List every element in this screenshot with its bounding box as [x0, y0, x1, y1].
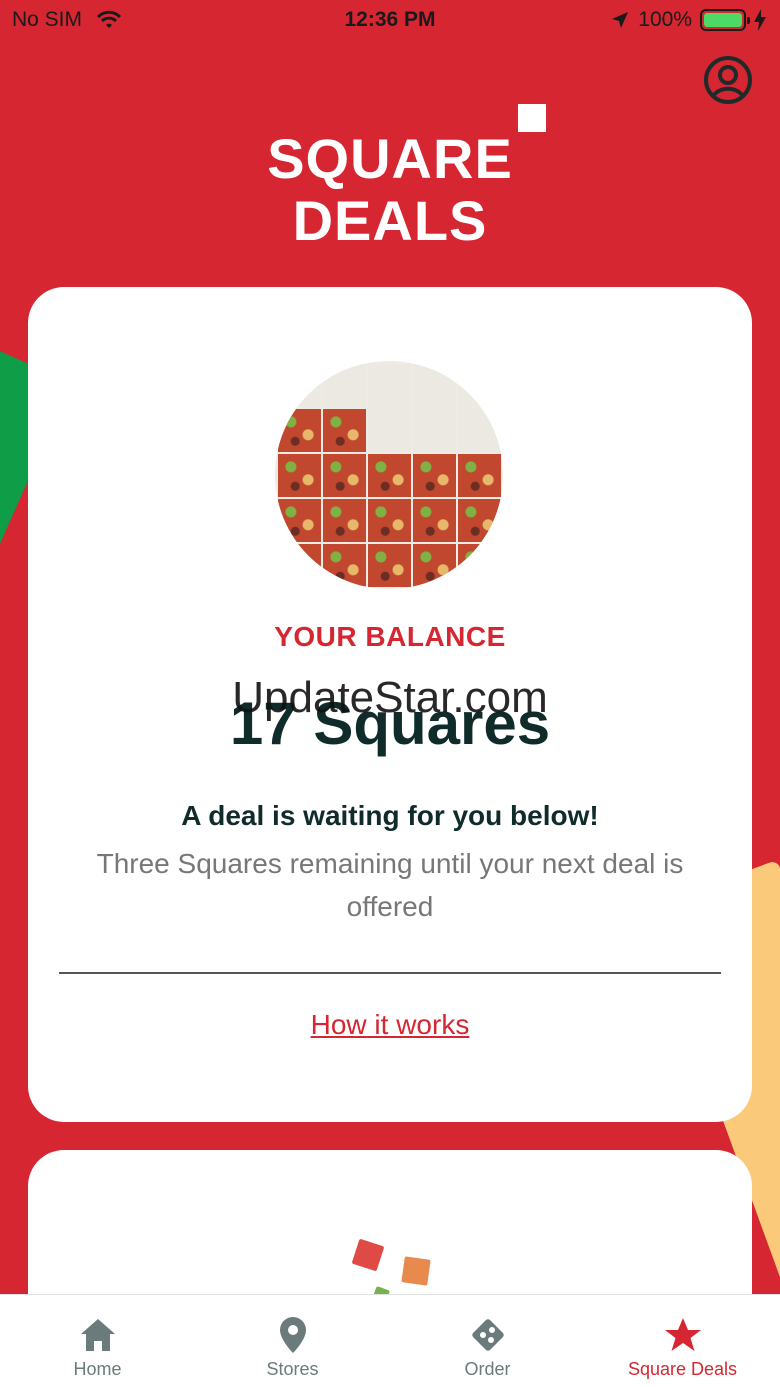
pizza-square [413, 454, 456, 497]
pizza-square [278, 364, 321, 407]
tab-label: Stores [266, 1359, 319, 1379]
pizza-square [458, 409, 501, 452]
balance-label: YOUR BALANCE [274, 621, 506, 652]
pizza-square [323, 364, 366, 407]
tab-home[interactable]: Home [0, 1295, 195, 1387]
pizza-square [323, 544, 366, 587]
status-bar: No SIM 12:36 PM 100% [0, 0, 780, 40]
battery-percent: 100% [638, 8, 692, 31]
pizza-square [323, 454, 366, 497]
decorative-square [401, 1256, 431, 1286]
home-icon [80, 1319, 115, 1351]
pizza-square [323, 409, 366, 452]
pizza-square [278, 544, 321, 587]
pizza-square [368, 364, 411, 407]
pizza-square [413, 409, 456, 452]
tab-label: Square Deals [627, 1359, 738, 1379]
how-it-works-link[interactable]: How it works [28, 1009, 752, 1041]
tab-square-deals[interactable]: Square Deals [585, 1295, 780, 1387]
logo-line-2: DEALS [292, 189, 488, 252]
tab-bar: Home Stores Order Square Deals [0, 1294, 780, 1387]
divider [59, 972, 721, 974]
map-pin-icon [279, 1317, 306, 1353]
pizza-square [278, 454, 321, 497]
tab-order[interactable]: Order [390, 1295, 585, 1387]
pizza-square [368, 409, 411, 452]
pizza-square [413, 364, 456, 407]
user-circle-icon [704, 56, 752, 104]
square-deals-logo: SQUARE DEALS [0, 100, 780, 252]
pizza-squares-image [275, 361, 503, 589]
decorative-square [351, 1238, 385, 1272]
pizza-square [278, 409, 321, 452]
pizza-square [413, 499, 456, 542]
tab-stores[interactable]: Stores [195, 1295, 390, 1387]
star-icon [664, 1318, 701, 1351]
deal-subtitle: Three Squares remaining until your next … [96, 848, 684, 922]
pizza-icon [471, 1319, 504, 1351]
pizza-square [368, 544, 411, 587]
logo-line-1: SQUARE [267, 127, 513, 190]
deal-title: A deal is waiting for you below! [181, 800, 599, 831]
charging-bolt-icon [754, 9, 766, 31]
pizza-square [458, 544, 501, 587]
logo-square-mark [518, 104, 546, 132]
pizza-square [458, 499, 501, 542]
balance-card: YOUR BALANCE 17 Squares UpdateStar.com A… [28, 287, 752, 1122]
tab-label: Order [464, 1359, 511, 1379]
pizza-square [458, 364, 501, 407]
pizza-square [368, 454, 411, 497]
pizza-square [323, 499, 366, 542]
watermark-text: UpdateStar.com [232, 673, 548, 722]
battery-icon [700, 9, 750, 31]
tab-label: Home [73, 1359, 122, 1379]
pizza-square [368, 499, 411, 542]
location-arrow-icon [612, 12, 629, 28]
pizza-square [278, 499, 321, 542]
pizza-square [458, 454, 501, 497]
pizza-square [413, 544, 456, 587]
account-button[interactable] [702, 54, 754, 106]
